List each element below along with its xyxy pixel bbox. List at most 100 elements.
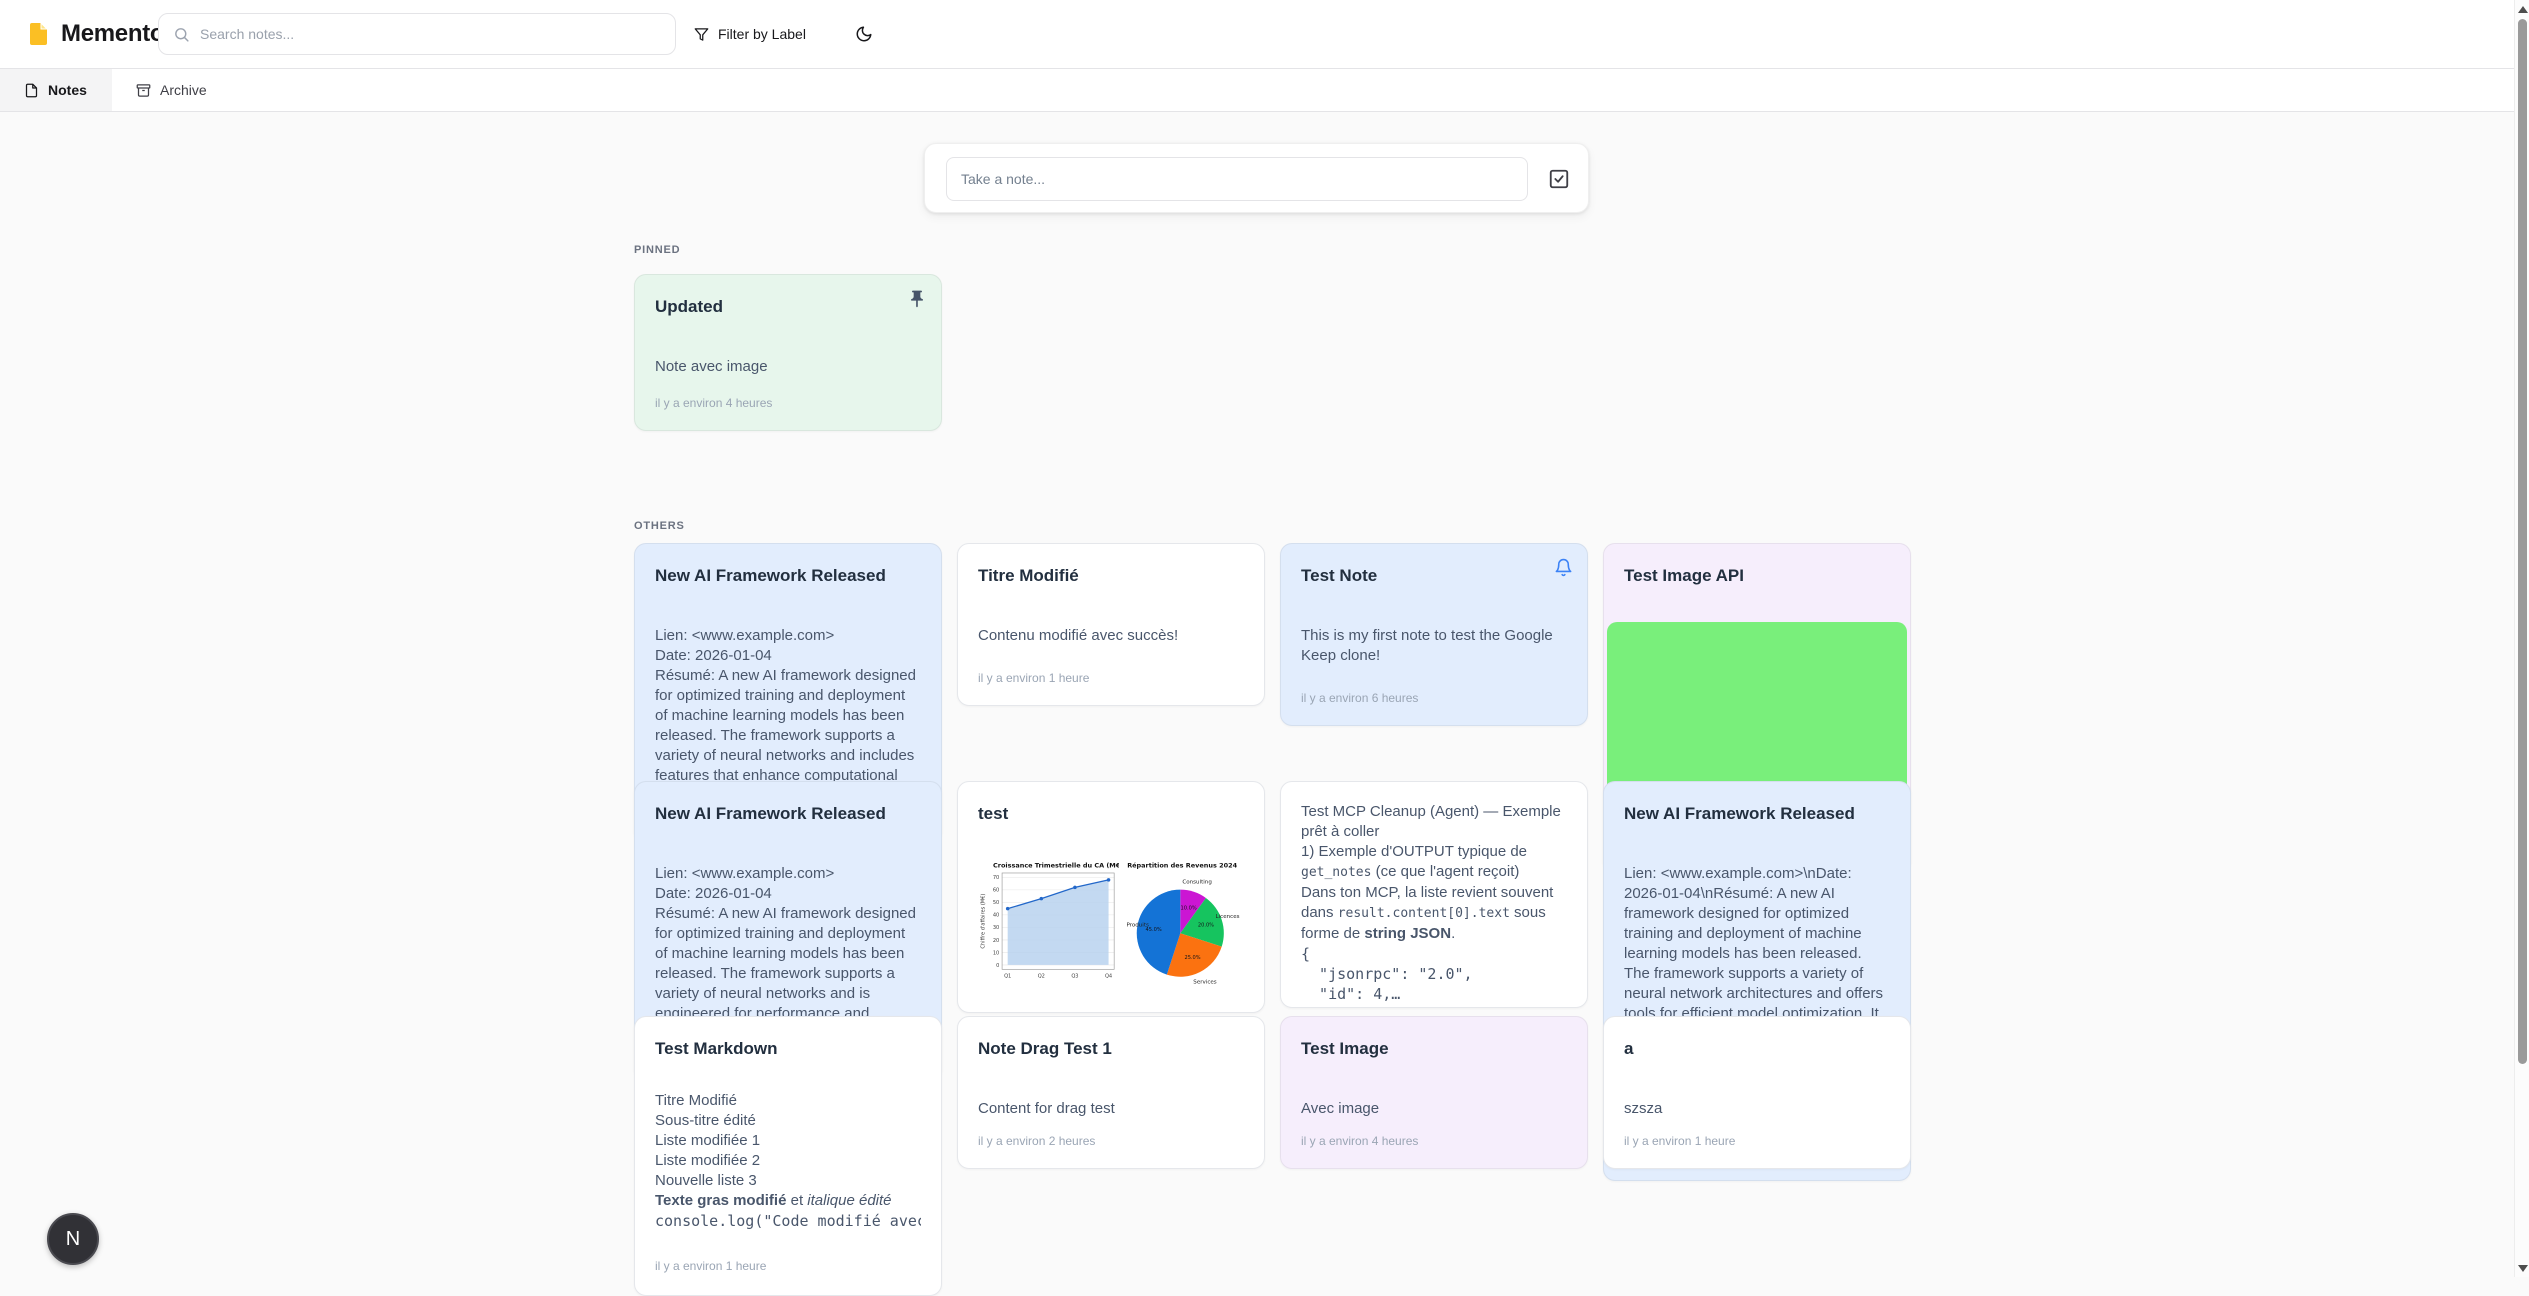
search-bar[interactable]: [158, 13, 676, 55]
take-a-note-input[interactable]: [946, 157, 1528, 201]
mcp-code-line-2: "jsonrpc": "2.0",: [1301, 964, 1567, 984]
note-title: Titre Modifié: [978, 564, 1244, 588]
mcp-paragraph-2: 1) Exemple d'OUTPUT typique de get_notes…: [1301, 842, 1567, 883]
note-content: This is my first note to test the Google…: [1301, 626, 1567, 666]
tab-archive-label: Archive: [160, 82, 207, 98]
svg-text:Q2: Q2: [1038, 974, 1045, 980]
svg-text:Consulting: Consulting: [1182, 879, 1212, 885]
note-title: Note Drag Test 1: [978, 1037, 1244, 1061]
check-square-icon: [1548, 168, 1570, 190]
svg-text:70: 70: [993, 875, 999, 881]
note-image-charts: Croissance Trimestrielle du CA (M€) Chiff…: [978, 854, 1244, 992]
note-timestamp: il y a environ 4 heures: [655, 384, 921, 410]
dark-mode-toggle[interactable]: [848, 18, 880, 50]
note-card-test-charts[interactable]: test Croissance Trimestrielle du CA (M€)…: [957, 781, 1265, 1013]
note-timestamp: il y a environ 1 heure: [1624, 1122, 1890, 1148]
avatar-initial: N: [66, 1228, 80, 1251]
search-icon: [173, 26, 190, 43]
svg-text:50: 50: [993, 900, 999, 906]
md-line: Liste modifiée 1: [655, 1131, 921, 1151]
svg-text:20.0%: 20.0%: [1198, 923, 1214, 929]
mcp-code-line-3: "id": 4,…: [1301, 984, 1567, 1004]
note-title: New AI Framework Released: [655, 564, 921, 588]
tab-notes-label: Notes: [48, 82, 87, 98]
svg-text:10: 10: [993, 950, 999, 956]
md-line: Sous-titre édité: [655, 1111, 921, 1131]
note-content: Contenu modifié avec succès!: [978, 626, 1244, 646]
note-title: New AI Framework Released: [655, 802, 921, 826]
tab-archive[interactable]: Archive: [112, 69, 231, 111]
note-timestamp: il y a environ 6 heures: [1301, 679, 1567, 705]
others-section-label: OTHERS: [634, 520, 685, 532]
note-file-icon: [24, 83, 39, 98]
note-title: Test Image API: [1624, 564, 1890, 588]
note-title: Test Image: [1301, 1037, 1567, 1061]
scrollbar-thumb[interactable]: [2518, 19, 2527, 1064]
filter-icon: [694, 27, 709, 42]
svg-text:Répartition des Revenus 2024: Répartition des Revenus 2024: [1127, 861, 1237, 869]
note-content: Lien: <www.example.com> Date: 2026-01-04…: [655, 864, 921, 1024]
note-timestamp: il y a environ 2 heures: [978, 1122, 1244, 1148]
svg-text:Croissance Trimestrielle du CA: Croissance Trimestrielle du CA (M€): [993, 861, 1119, 869]
md-line: Titre Modifié: [655, 1091, 921, 1111]
new-checklist-button[interactable]: [1548, 168, 1570, 190]
note-content: Avec image: [1301, 1099, 1567, 1119]
note-title: New AI Framework Released: [1624, 802, 1890, 826]
md-line-rich: Texte gras modifié et italique édité: [655, 1191, 921, 1211]
note-card-drag-test[interactable]: Note Drag Test 1 Content for drag test i…: [957, 1016, 1265, 1169]
mcp-paragraph-3: Dans ton MCP, la liste revient souvent d…: [1301, 883, 1567, 944]
tab-bar: Notes Archive: [0, 68, 2529, 112]
note-content: Note avec image: [655, 357, 921, 377]
note-card-test-image[interactable]: Test Image Avec image il y a environ 4 h…: [1280, 1016, 1588, 1169]
note-content: Titre Modifié Sous-titre édité Liste mod…: [655, 1091, 921, 1231]
svg-text:25.0%: 25.0%: [1184, 955, 1200, 961]
note-composer: [924, 143, 1589, 213]
note-title: Test Markdown: [655, 1037, 921, 1061]
mcp-code-line-1: {: [1301, 944, 1567, 964]
memento-logo-icon: [27, 22, 51, 46]
app-header: Memento Filter by Label: [0, 0, 2529, 68]
page-scrollbar[interactable]: [2514, 0, 2529, 1277]
note-card-test-note[interactable]: Test Note This is my first note to test …: [1280, 543, 1588, 726]
svg-text:Q1: Q1: [1004, 974, 1011, 980]
md-code-line: console.log("Code modifié avec succè: [655, 1211, 921, 1231]
svg-text:Licences: Licences: [1215, 914, 1239, 920]
svg-text:40: 40: [993, 913, 999, 919]
note-card-titre-modifie[interactable]: Titre Modifié Contenu modifié avec succè…: [957, 543, 1265, 706]
pinned-section-label: PINNED: [634, 244, 680, 256]
archive-icon: [136, 83, 151, 98]
note-content: Test MCP Cleanup (Agent) — Exemple prêt …: [1301, 802, 1567, 1004]
note-title: Test Note: [1301, 564, 1567, 588]
mcp-paragraph-1: Test MCP Cleanup (Agent) — Exemple prêt …: [1301, 803, 1561, 840]
app-title: Memento: [61, 20, 164, 48]
search-input[interactable]: [200, 26, 661, 42]
svg-text:20: 20: [993, 938, 999, 944]
scrollbar-up-arrow[interactable]: [2518, 6, 2528, 13]
svg-text:Chiffre d'affaires (M€): Chiffre d'affaires (M€): [980, 894, 986, 949]
svg-text:0: 0: [996, 963, 999, 969]
note-card-mcp-cleanup[interactable]: Test MCP Cleanup (Agent) — Exemple prêt …: [1280, 781, 1588, 1008]
note-timestamp: il y a environ 1 heure: [978, 659, 1244, 685]
svg-text:30: 30: [993, 925, 999, 931]
line-chart-image: Croissance Trimestrielle du CA (M€) Chiff…: [978, 854, 1119, 992]
svg-text:10.0%: 10.0%: [1180, 905, 1196, 911]
filter-button-label: Filter by Label: [718, 26, 806, 42]
filter-by-label-button[interactable]: Filter by Label: [694, 20, 806, 48]
note-content: Content for drag test: [978, 1099, 1244, 1119]
md-line: Nouvelle liste 3: [655, 1171, 921, 1191]
note-title: test: [978, 802, 1244, 826]
moon-icon: [855, 25, 873, 43]
note-card-updated[interactable]: Updated Note avec image il y a environ 4…: [634, 274, 942, 431]
user-avatar[interactable]: N: [47, 1213, 99, 1265]
svg-text:Produits: Produits: [1126, 923, 1149, 929]
note-title: a: [1624, 1037, 1890, 1061]
scrollbar-down-arrow[interactable]: [2518, 1265, 2528, 1272]
svg-text:60: 60: [993, 888, 999, 894]
pin-icon[interactable]: [907, 289, 927, 309]
note-content: szsza: [1624, 1099, 1890, 1119]
tab-notes[interactable]: Notes: [0, 69, 112, 111]
reminder-bell-icon[interactable]: [1554, 558, 1573, 577]
note-card-a[interactable]: a szsza il y a environ 1 heure: [1603, 1016, 1911, 1169]
brand: Memento: [27, 0, 164, 68]
note-card-test-markdown[interactable]: Test Markdown Titre Modifié Sous-titre é…: [634, 1016, 942, 1296]
